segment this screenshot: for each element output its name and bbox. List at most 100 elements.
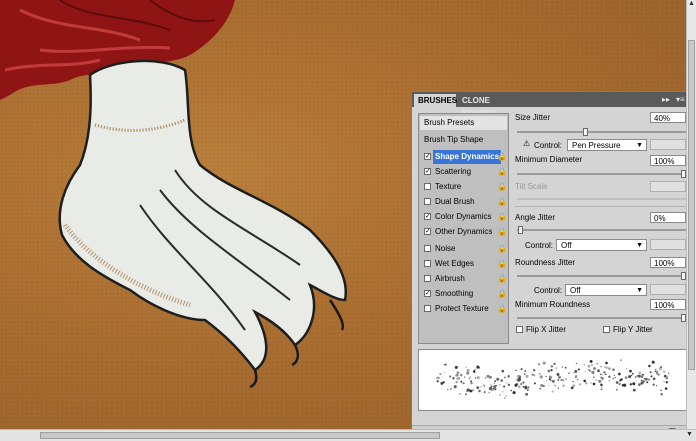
option-checkbox[interactable] (424, 245, 431, 252)
tab-clone-source[interactable]: CLONE SOURCE (458, 94, 522, 118)
lock-icon[interactable]: 🔒 (497, 167, 507, 176)
preview-dot (455, 380, 458, 384)
panel-menu-icon[interactable]: ▾≡ (676, 95, 685, 104)
collapse-panel-icon[interactable]: ▸▸ (662, 95, 670, 104)
min-roundness-slider[interactable] (517, 314, 687, 322)
lock-icon[interactable]: 🔒 (497, 274, 507, 283)
flip-x-checkbox[interactable] (516, 326, 523, 333)
angle-jitter-thumb[interactable] (518, 226, 523, 234)
option-noise[interactable]: Noise 🔒 (420, 242, 507, 256)
lock-icon[interactable]: 🔒 (497, 197, 507, 206)
option-protect-texture[interactable]: Protect Texture 🔒 (420, 302, 507, 316)
option-checkbox[interactable] (424, 275, 431, 282)
lock-icon[interactable]: 🔒 (497, 244, 507, 253)
horizontal-scroll-thumb[interactable] (40, 432, 440, 439)
tab-brushes[interactable]: BRUSHES (414, 94, 457, 107)
lock-icon[interactable]: 🔒 (497, 289, 507, 298)
preview-dot (548, 375, 552, 379)
lock-icon[interactable]: 🔒 (497, 182, 507, 191)
option-other-dynamics[interactable]: ✓ Other Dynamics 🔒 (420, 225, 507, 239)
option-label: Dual Brush (435, 197, 475, 206)
preview-dot (447, 388, 449, 391)
size-jitter-slider[interactable] (517, 128, 687, 136)
preview-dot (665, 375, 669, 379)
scroll-down-icon[interactable]: ▼ (686, 431, 693, 438)
min-roundness-input[interactable]: 100% (650, 299, 686, 310)
option-checkbox[interactable] (424, 183, 431, 190)
panel-tab-bar: BRUSHES CLONE SOURCE ▸▸ ▾≡ (412, 92, 693, 118)
preview-dot (547, 369, 551, 373)
roundness-jitter-slider[interactable] (517, 272, 687, 280)
flip-y-checkbox[interactable] (603, 326, 610, 333)
size-jitter-thumb[interactable] (583, 128, 588, 136)
preview-dot (600, 388, 603, 391)
option-label: Other Dynamics (435, 227, 493, 236)
preview-dot (629, 383, 632, 386)
option-checkbox[interactable]: ✓ (424, 168, 431, 175)
lock-icon[interactable]: 🔒 (497, 227, 507, 236)
preview-dot (629, 369, 632, 373)
brush-options-list: Brush Presets Brush Tip Shape ✓ Shape Dyn… (418, 113, 509, 344)
preview-dot (449, 375, 452, 378)
control-1-select[interactable]: Pen Pressure ▼ (567, 139, 647, 151)
angle-jitter-input[interactable]: 0% (650, 212, 686, 223)
preview-dot (577, 368, 580, 371)
option-checkbox[interactable] (424, 260, 431, 267)
lock-icon[interactable]: 🔒 (497, 152, 507, 161)
size-jitter-input[interactable]: 40% (650, 112, 686, 123)
option-airbrush[interactable]: Airbrush 🔒 (420, 272, 507, 286)
min-diameter-input[interactable]: 100% (650, 155, 686, 166)
option-checkbox[interactable]: ✓ (424, 153, 431, 160)
preview-dot (565, 378, 568, 380)
option-texture[interactable]: Texture 🔒 (420, 180, 507, 194)
preview-dot (572, 380, 574, 383)
option-smoothing[interactable]: ✓ Smoothing 🔒 (420, 287, 507, 301)
preview-dot (635, 381, 638, 383)
option-shape-dynamics[interactable]: ✓ Shape Dynamics 🔒 (420, 150, 507, 164)
option-dual-brush[interactable]: Dual Brush 🔒 (420, 195, 507, 209)
option-scattering[interactable]: ✓ Scattering 🔒 (420, 165, 507, 179)
preview-dot (454, 365, 458, 369)
option-checkbox[interactable] (424, 198, 431, 205)
preview-dot (474, 377, 477, 379)
preview-dot (542, 384, 545, 387)
preview-dot (613, 374, 615, 376)
option-color-dynamics[interactable]: ✓ Color Dynamics 🔒 (420, 210, 507, 224)
preview-dot (533, 382, 536, 385)
preview-dot (500, 379, 504, 382)
min-diameter-slider[interactable] (517, 170, 687, 178)
option-checkbox[interactable] (424, 305, 431, 312)
option-checkbox[interactable]: ✓ (424, 213, 431, 220)
brush-tip-shape-item[interactable]: Brush Tip Shape (424, 133, 511, 147)
option-checkbox[interactable]: ✓ (424, 290, 431, 297)
vertical-scroll-thumb[interactable] (688, 40, 695, 370)
control-2-select[interactable]: Off ▼ (556, 239, 647, 251)
preview-dot (502, 391, 504, 393)
preview-dot (605, 361, 608, 365)
preview-dot (465, 366, 467, 368)
option-wet-edges[interactable]: Wet Edges 🔒 (420, 257, 507, 271)
horizontal-scrollbar[interactable]: ▼ (0, 429, 696, 441)
preview-dot (522, 381, 525, 384)
preview-dot (439, 373, 442, 376)
control-3-select[interactable]: Off ▼ (565, 284, 647, 296)
option-checkbox[interactable]: ✓ (424, 228, 431, 235)
brush-presets-button[interactable]: Brush Presets (420, 116, 507, 130)
preview-dot (476, 386, 480, 389)
lock-icon[interactable]: 🔒 (497, 304, 507, 313)
preview-dot (476, 376, 480, 380)
scroll-up-icon[interactable]: ▲ (688, 0, 695, 7)
vertical-scrollbar[interactable]: ▲ (686, 0, 696, 429)
flip-x-label: Flip X Jitter (526, 325, 567, 334)
preview-dot (600, 383, 603, 387)
preview-dot (604, 366, 607, 369)
roundness-jitter-input[interactable]: 100% (650, 257, 686, 268)
lock-icon[interactable]: 🔒 (497, 212, 507, 221)
option-label: Scattering (435, 167, 472, 176)
angle-jitter-slider[interactable] (517, 226, 687, 234)
control-1-value: Pen Pressure (572, 141, 621, 150)
preview-dot (660, 392, 664, 396)
preview-dot (468, 388, 470, 390)
preview-dot (478, 389, 481, 393)
lock-icon[interactable]: 🔒 (497, 259, 507, 268)
